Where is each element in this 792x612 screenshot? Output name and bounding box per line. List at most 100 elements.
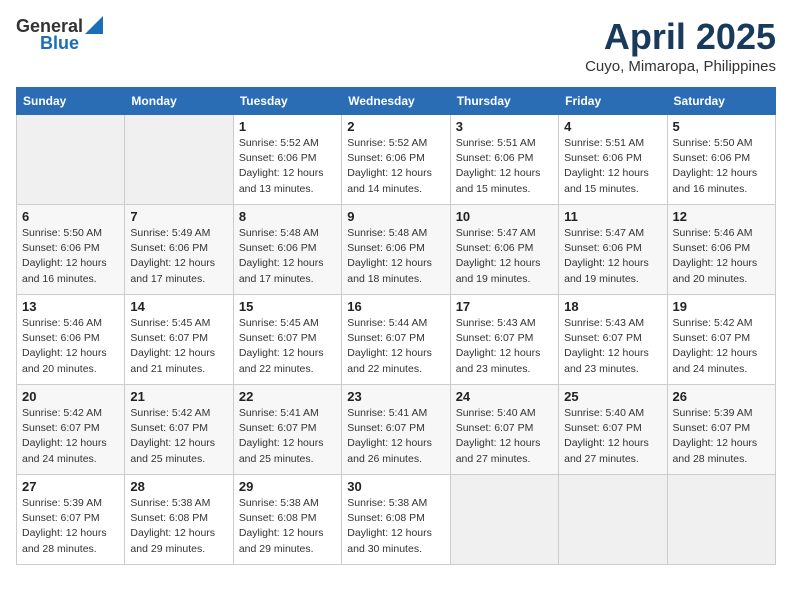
day-number: 30	[347, 479, 444, 494]
calendar-cell: 24 Sunrise: 5:40 AMSunset: 6:07 PMDayligh…	[450, 385, 558, 475]
calendar-cell: 1Sunrise: 5:52 AMSunset: 6:06 PMDaylight…	[233, 115, 341, 205]
day-info: Sunrise: 5:43 AMSunset: 6:07 PMDaylight:…	[456, 316, 553, 377]
calendar-header: SundayMondayTuesdayWednesdayThursdayFrid…	[17, 88, 776, 115]
day-info: Sunrise: 5:41 AMSunset: 6:07 PMDaylight:…	[239, 406, 336, 467]
day-info: Sunrise: 5:45 AMSunset: 6:07 PMDaylight:…	[239, 316, 336, 377]
calendar-cell: 14Sunrise: 5:45 AMSunset: 6:07 PMDayligh…	[125, 295, 233, 385]
weekday-header-thursday: Thursday	[450, 88, 558, 115]
calendar-week-4: 20 Sunrise: 5:42 AMSunset: 6:07 PMDayligh…	[17, 385, 776, 475]
day-info: Sunrise: 5:46 AMSunset: 6:06 PMDaylight:…	[673, 226, 770, 287]
calendar-cell: 6 Sunrise: 5:50 AMSunset: 6:06 PMDaylight…	[17, 205, 125, 295]
calendar-week-5: 27Sunrise: 5:39 AMSunset: 6:07 PMDayligh…	[17, 475, 776, 565]
calendar-cell: 7 Sunrise: 5:49 AMSunset: 6:06 PMDaylight…	[125, 205, 233, 295]
calendar-week-3: 13 Sunrise: 5:46 AMSunset: 6:06 PMDayligh…	[17, 295, 776, 385]
calendar-table: SundayMondayTuesdayWednesdayThursdayFrid…	[16, 87, 776, 565]
day-info: Sunrise: 5:43 AMSunset: 6:07 PMDaylight:…	[564, 316, 661, 377]
weekday-header-row: SundayMondayTuesdayWednesdayThursdayFrid…	[17, 88, 776, 115]
calendar-cell: 19 Sunrise: 5:42 AMSunset: 6:07 PMDayligh…	[667, 295, 775, 385]
calendar-cell: 18 Sunrise: 5:43 AMSunset: 6:07 PMDayligh…	[559, 295, 667, 385]
calendar-cell	[17, 115, 125, 205]
weekday-header-wednesday: Wednesday	[342, 88, 450, 115]
day-info: Sunrise: 5:47 AMSunset: 6:06 PMDaylight:…	[456, 226, 553, 287]
day-number: 5	[673, 119, 770, 134]
calendar-cell: 11 Sunrise: 5:47 AMSunset: 6:06 PMDayligh…	[559, 205, 667, 295]
calendar-cell: 22 Sunrise: 5:41 AMSunset: 6:07 PMDayligh…	[233, 385, 341, 475]
location-subtitle: Cuyo, Mimaropa, Philippines	[585, 58, 776, 75]
day-info: Sunrise: 5:50 AMSunset: 6:06 PMDaylight:…	[673, 136, 770, 197]
calendar-cell: 23 Sunrise: 5:41 AMSunset: 6:07 PMDayligh…	[342, 385, 450, 475]
day-number: 18	[564, 299, 661, 314]
day-info: Sunrise: 5:39 AMSunset: 6:07 PMDaylight:…	[22, 496, 119, 557]
day-number: 19	[673, 299, 770, 314]
day-info: Sunrise: 5:40 AMSunset: 6:07 PMDaylight:…	[456, 406, 553, 467]
calendar-cell: 30 Sunrise: 5:38 AMSunset: 6:08 PMDayligh…	[342, 475, 450, 565]
day-number: 9	[347, 209, 444, 224]
day-info: Sunrise: 5:46 AMSunset: 6:06 PMDaylight:…	[22, 316, 119, 377]
calendar-cell: 20 Sunrise: 5:42 AMSunset: 6:07 PMDayligh…	[17, 385, 125, 475]
day-number: 23	[347, 389, 444, 404]
day-info: Sunrise: 5:38 AMSunset: 6:08 PMDaylight:…	[347, 496, 444, 557]
day-info: Sunrise: 5:50 AMSunset: 6:06 PMDaylight:…	[22, 226, 119, 287]
calendar-cell: 8 Sunrise: 5:48 AMSunset: 6:06 PMDaylight…	[233, 205, 341, 295]
day-info: Sunrise: 5:48 AMSunset: 6:06 PMDaylight:…	[239, 226, 336, 287]
calendar-body: 1 Sunrise: 5:52 AMSunset: 6:06 PMDaylight…	[17, 115, 776, 565]
calendar-week-2: 6 Sunrise: 5:50 AMSunset: 6:06 PMDaylight…	[17, 205, 776, 295]
calendar-cell: 3 Sunrise: 5:51 AMSunset: 6:06 PMDaylight…	[450, 115, 558, 205]
day-number: 29	[239, 479, 336, 494]
calendar-cell	[450, 475, 558, 565]
calendar-cell: 21 Sunrise: 5:42 AMSunset: 6:07 PMDayligh…	[125, 385, 233, 475]
day-info: Sunrise: 5:52 AMSunset: 6:06 PMDaylight:…	[347, 136, 444, 197]
calendar-week-1: 1 Sunrise: 5:52 AMSunset: 6:06 PMDaylight…	[17, 115, 776, 205]
day-number: 22	[239, 389, 336, 404]
weekday-header-sunday: Sunday	[17, 88, 125, 115]
day-number: 2	[347, 119, 444, 134]
calendar-cell: 12Sunrise: 5:46 AMSunset: 6:06 PMDayligh…	[667, 205, 775, 295]
day-number: 6	[22, 209, 119, 224]
day-number: 21	[130, 389, 227, 404]
day-number: 25	[564, 389, 661, 404]
day-number: 7	[130, 209, 227, 224]
day-number: 3	[456, 119, 553, 134]
day-info: Sunrise: 5:42 AMSunset: 6:07 PMDaylight:…	[673, 316, 770, 377]
calendar-cell: 25 Sunrise: 5:40 AMSunset: 6:07 PMDayligh…	[559, 385, 667, 475]
day-info: Sunrise: 5:51 AMSunset: 6:06 PMDaylight:…	[456, 136, 553, 197]
day-number: 13	[22, 299, 119, 314]
day-number: 24	[456, 389, 553, 404]
page-header: General Blue April 2025 Cuyo, Mimaropa, …	[16, 16, 776, 75]
day-number: 16	[347, 299, 444, 314]
day-number: 26	[673, 389, 770, 404]
day-info: Sunrise: 5:40 AMSunset: 6:07 PMDaylight:…	[564, 406, 661, 467]
calendar-cell: 10Sunrise: 5:47 AMSunset: 6:06 PMDayligh…	[450, 205, 558, 295]
calendar-cell: 13 Sunrise: 5:46 AMSunset: 6:06 PMDayligh…	[17, 295, 125, 385]
day-info: Sunrise: 5:45 AMSunset: 6:07 PMDaylight:…	[130, 316, 227, 377]
day-info: Sunrise: 5:39 AMSunset: 6:07 PMDaylight:…	[673, 406, 770, 467]
day-number: 28	[130, 479, 227, 494]
calendar-cell: 15 Sunrise: 5:45 AMSunset: 6:07 PMDayligh…	[233, 295, 341, 385]
day-info: Sunrise: 5:47 AMSunset: 6:06 PMDaylight:…	[564, 226, 661, 287]
weekday-header-friday: Friday	[559, 88, 667, 115]
calendar-cell: 2 Sunrise: 5:52 AMSunset: 6:06 PMDaylight…	[342, 115, 450, 205]
logo-triangle-icon	[85, 16, 103, 34]
calendar-cell: 29 Sunrise: 5:38 AMSunset: 6:08 PMDayligh…	[233, 475, 341, 565]
day-number: 1	[239, 119, 336, 134]
day-number: 8	[239, 209, 336, 224]
day-info: Sunrise: 5:38 AMSunset: 6:08 PMDaylight:…	[239, 496, 336, 557]
logo: General Blue	[16, 16, 103, 54]
day-info: Sunrise: 5:44 AMSunset: 6:07 PMDaylight:…	[347, 316, 444, 377]
day-number: 15	[239, 299, 336, 314]
day-number: 20	[22, 389, 119, 404]
calendar-cell: 27Sunrise: 5:39 AMSunset: 6:07 PMDayligh…	[17, 475, 125, 565]
day-number: 17	[456, 299, 553, 314]
day-info: Sunrise: 5:41 AMSunset: 6:07 PMDaylight:…	[347, 406, 444, 467]
calendar-cell: 17 Sunrise: 5:43 AMSunset: 6:07 PMDayligh…	[450, 295, 558, 385]
title-section: April 2025 Cuyo, Mimaropa, Philippines	[585, 16, 776, 75]
calendar-cell	[667, 475, 775, 565]
day-info: Sunrise: 5:42 AMSunset: 6:07 PMDaylight:…	[22, 406, 119, 467]
calendar-cell: 26 Sunrise: 5:39 AMSunset: 6:07 PMDayligh…	[667, 385, 775, 475]
day-info: Sunrise: 5:42 AMSunset: 6:07 PMDaylight:…	[130, 406, 227, 467]
day-info: Sunrise: 5:49 AMSunset: 6:06 PMDaylight:…	[130, 226, 227, 287]
calendar-cell: 5 Sunrise: 5:50 AMSunset: 6:06 PMDaylight…	[667, 115, 775, 205]
calendar-cell: 28Sunrise: 5:38 AMSunset: 6:08 PMDayligh…	[125, 475, 233, 565]
day-number: 11	[564, 209, 661, 224]
calendar-cell	[125, 115, 233, 205]
